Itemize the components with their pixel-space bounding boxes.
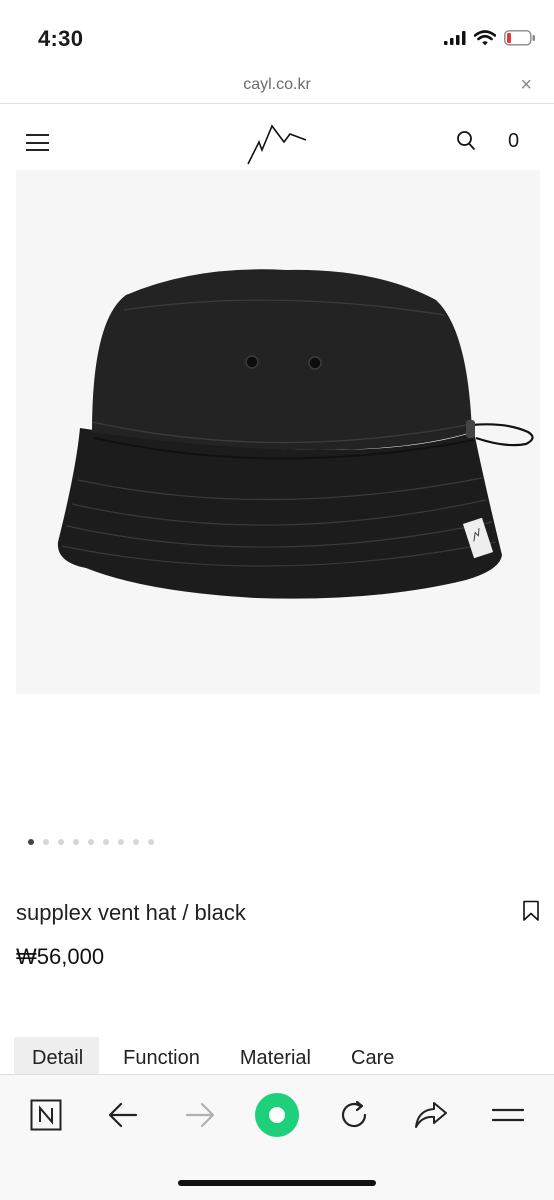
home-icon[interactable] [255, 1093, 299, 1137]
battery-icon [504, 30, 535, 46]
share-icon[interactable] [409, 1093, 453, 1137]
product-tabs: Detail Function Material Care [14, 1037, 410, 1079]
home-indicator [178, 1180, 376, 1186]
tab-detail[interactable]: Detail [14, 1037, 100, 1079]
close-icon[interactable]: × [520, 75, 532, 95]
carousel-dot-4[interactable] [73, 839, 79, 845]
carousel-dot-5[interactable] [88, 839, 94, 845]
carousel-dot-2[interactable] [43, 839, 49, 845]
tab-care[interactable]: Care [333, 1037, 410, 1079]
product-name: supplex vent hat / black [16, 900, 246, 925]
hamburger-menu-icon[interactable] [26, 134, 49, 151]
bucket-hat-image [57, 269, 534, 599]
n-icon[interactable] [24, 1093, 68, 1137]
tab-function[interactable]: Function [105, 1037, 216, 1079]
signal-icon [444, 31, 466, 45]
brand-logo[interactable] [246, 122, 308, 166]
carousel-dot-1[interactable] [28, 839, 34, 845]
status-icons [444, 30, 536, 46]
carousel-dot-6[interactable] [103, 839, 109, 845]
carousel-dot-9[interactable] [148, 839, 154, 845]
back-icon[interactable] [101, 1093, 145, 1137]
carousel-dot-8[interactable] [133, 839, 139, 845]
product-image[interactable] [16, 170, 540, 694]
refresh-icon[interactable] [332, 1093, 376, 1137]
carousel-dots[interactable] [28, 839, 154, 845]
status-bar: 4:30 [0, 0, 554, 70]
carousel-dot-7[interactable] [118, 839, 124, 845]
carousel-dot-3[interactable] [58, 839, 64, 845]
forward-icon[interactable] [178, 1093, 222, 1137]
site-header: 0 [0, 104, 554, 174]
browser-url-bar: cayl.co.kr × [0, 70, 554, 104]
product-price: ₩56,000 [16, 944, 105, 969]
status-time: 4:30 [38, 26, 84, 51]
menu-icon[interactable] [486, 1093, 530, 1137]
tab-material[interactable]: Material [222, 1037, 327, 1079]
wifi-icon [474, 30, 496, 46]
search-icon[interactable] [456, 130, 476, 152]
bookmark-icon[interactable] [522, 900, 540, 922]
url-text[interactable]: cayl.co.kr [0, 76, 554, 94]
cart-count[interactable]: 0 [508, 130, 519, 153]
